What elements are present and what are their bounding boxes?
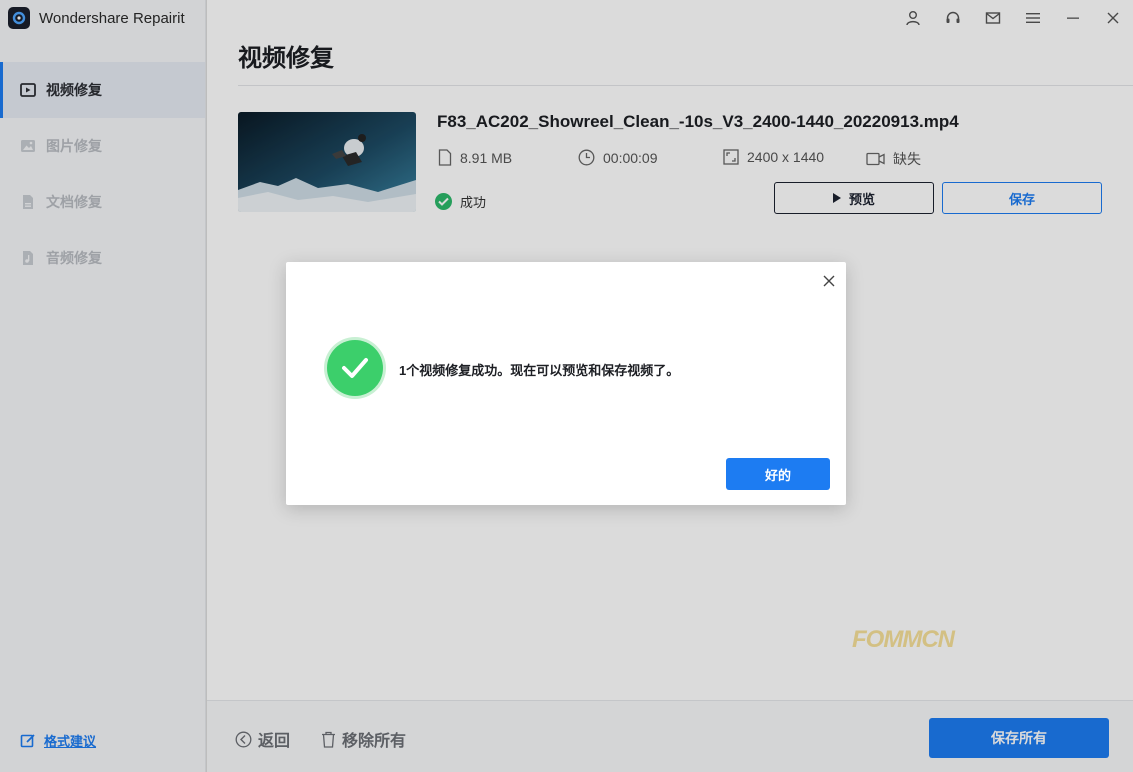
success-check-icon [327, 340, 383, 396]
dialog-message: 1个视频修复成功。现在可以预览和保存视频了。 [399, 363, 680, 378]
success-dialog: 1个视频修复成功。现在可以预览和保存视频了。 好的 [286, 262, 846, 505]
close-icon [823, 275, 835, 287]
dialog-close-button[interactable] [820, 272, 838, 290]
dialog-ok-button-label: 好的 [764, 467, 791, 483]
dialog-ok-button[interactable]: 好的 [726, 458, 830, 490]
